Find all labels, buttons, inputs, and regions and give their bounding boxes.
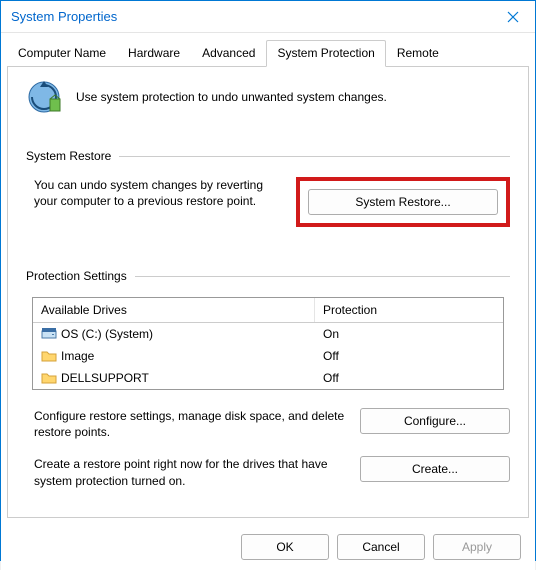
table-row[interactable]: Image Off — [33, 345, 503, 367]
create-button[interactable]: Create... — [360, 456, 510, 482]
table-row[interactable]: OS (C:) (System) On — [33, 323, 503, 345]
drives-table: Available Drives Protection OS (C:) (Sys… — [32, 297, 504, 390]
table-header: Available Drives Protection — [33, 298, 503, 323]
divider — [119, 156, 510, 157]
create-description: Create a restore point right now for the… — [26, 456, 346, 488]
dialog-footer: OK Cancel Apply — [1, 524, 535, 570]
folder-icon — [41, 349, 57, 363]
highlight-box: System Restore... — [296, 177, 510, 227]
configure-description: Configure restore settings, manage disk … — [26, 408, 346, 440]
close-icon — [507, 11, 519, 23]
drive-name: DELLSUPPORT — [61, 371, 149, 385]
configure-section: Configure restore settings, manage disk … — [26, 408, 510, 440]
column-drives[interactable]: Available Drives — [33, 298, 315, 322]
drive-name: OS (C:) (System) — [61, 327, 153, 341]
panel-header: Use system protection to undo unwanted s… — [26, 79, 510, 115]
column-protection[interactable]: Protection — [315, 298, 503, 322]
cancel-button[interactable]: Cancel — [337, 534, 425, 560]
system-restore-description: You can undo system changes by reverting… — [26, 177, 282, 209]
tab-system-protection[interactable]: System Protection — [266, 40, 385, 67]
restore-shield-icon — [26, 79, 62, 115]
drive-status: Off — [315, 369, 503, 387]
system-restore-section: You can undo system changes by reverting… — [26, 177, 510, 227]
divider — [135, 276, 510, 277]
system-properties-window: System Properties Computer Name Hardware… — [0, 0, 536, 561]
table-row[interactable]: DELLSUPPORT Off — [33, 367, 503, 389]
drive-status: On — [315, 325, 503, 343]
protection-settings-label: Protection Settings — [26, 269, 127, 283]
drive-icon — [41, 327, 57, 341]
system-restore-button[interactable]: System Restore... — [308, 189, 498, 215]
tab-advanced[interactable]: Advanced — [191, 40, 266, 67]
ok-button[interactable]: OK — [241, 534, 329, 560]
drive-name: Image — [61, 349, 94, 363]
tabs: Computer Name Hardware Advanced System P… — [1, 33, 535, 66]
tab-computer-name[interactable]: Computer Name — [7, 40, 117, 67]
drive-status: Off — [315, 347, 503, 365]
titlebar: System Properties — [1, 1, 535, 33]
protection-settings-group: Protection Settings — [26, 269, 510, 283]
window-title: System Properties — [11, 9, 117, 24]
tab-remote[interactable]: Remote — [386, 40, 450, 67]
folder-icon — [41, 371, 57, 385]
configure-button[interactable]: Configure... — [360, 408, 510, 434]
tab-panel: Use system protection to undo unwanted s… — [7, 66, 529, 518]
apply-button[interactable]: Apply — [433, 534, 521, 560]
system-restore-group: System Restore — [26, 149, 510, 163]
tab-hardware[interactable]: Hardware — [117, 40, 191, 67]
panel-header-text: Use system protection to undo unwanted s… — [76, 90, 387, 104]
create-section: Create a restore point right now for the… — [26, 456, 510, 488]
close-button[interactable] — [490, 1, 535, 33]
system-restore-label: System Restore — [26, 149, 111, 163]
